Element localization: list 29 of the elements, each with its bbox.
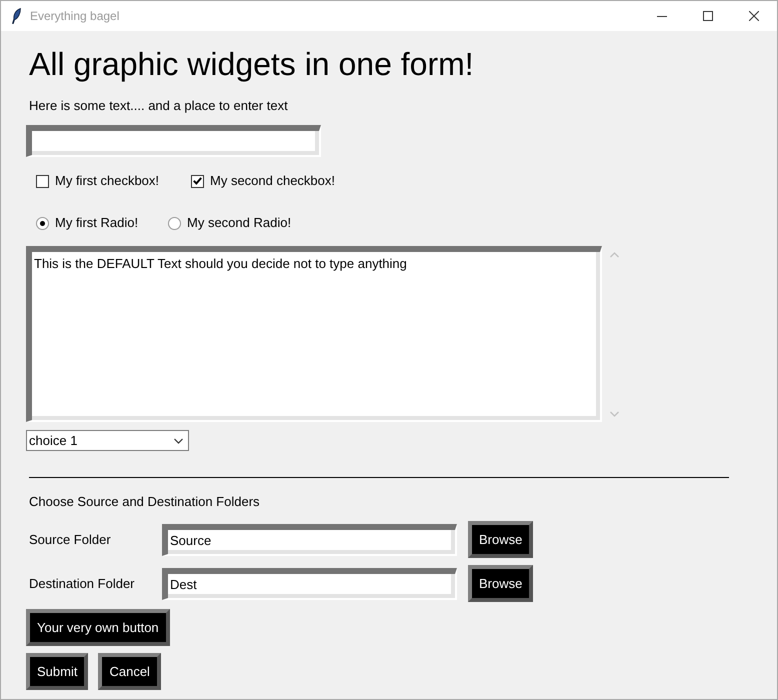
checkmark-icon: [193, 177, 202, 185]
radio-button[interactable]: [36, 216, 49, 230]
maximize-icon[interactable]: [703, 11, 713, 21]
folder-path-field[interactable]: Dest: [162, 568, 457, 600]
browse-button[interactable]: Browse: [468, 565, 534, 602]
radio-button[interactable]: [168, 216, 181, 230]
custom-button[interactable]: Your very own button: [26, 609, 170, 646]
radio-label[interactable]: My second Radio!: [187, 215, 292, 231]
chevron-down-icon: [174, 438, 183, 444]
radio-label[interactable]: My first Radio!: [55, 215, 138, 231]
checkbox[interactable]: [191, 174, 204, 188]
text-input-field[interactable]: [26, 125, 321, 157]
checkbox-label[interactable]: My first checkbox!: [55, 173, 160, 189]
folder-label: Destination Folder: [28, 576, 136, 592]
checkbox-label[interactable]: My second checkbox!: [210, 173, 336, 189]
intro-text: Here is some text.... and a place to enter text: [29, 98, 289, 114]
feather-icon: [12, 8, 21, 24]
browse-button[interactable]: Browse: [468, 521, 534, 558]
folder-path-field[interactable]: Source: [162, 524, 457, 556]
window-title: Everything bagel: [30, 9, 120, 23]
form-heading: All graphic widgets in one form!: [29, 46, 475, 83]
dropdown[interactable]: choice 1: [26, 430, 189, 451]
submit-button[interactable]: Submit: [26, 653, 88, 690]
section-heading: Choose Source and Destination Folders: [29, 494, 261, 510]
checkbox[interactable]: [36, 174, 49, 188]
close-icon[interactable]: [749, 11, 759, 21]
cancel-button[interactable]: Cancel: [98, 653, 161, 690]
folder-label: Source Folder: [28, 532, 112, 548]
multiline-text-field[interactable]: This is the DEFAULT Text should you decide not to type anything: [26, 246, 602, 422]
